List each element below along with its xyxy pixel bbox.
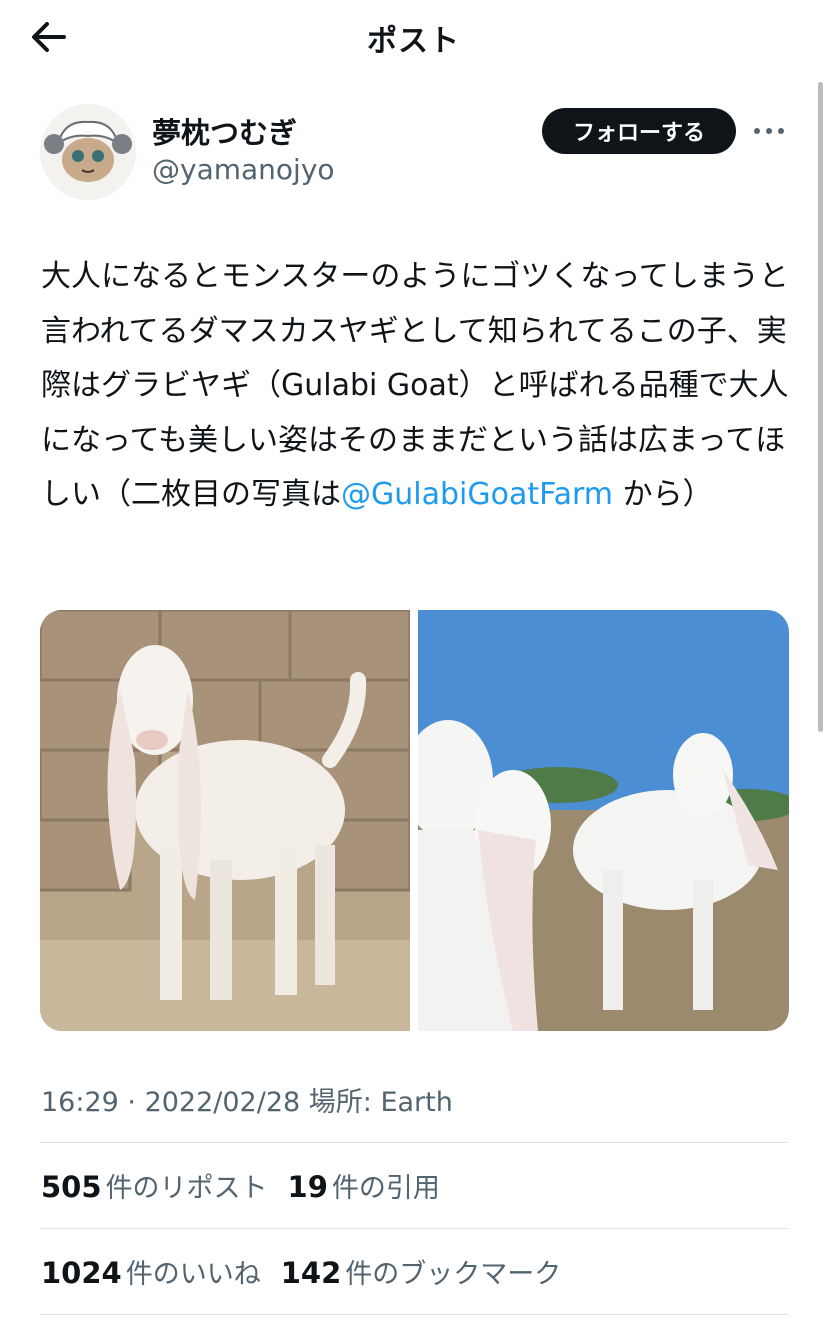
tweet-text-tail: から）	[613, 477, 713, 512]
divider	[40, 1142, 788, 1143]
bookmark-number: 142	[280, 1256, 342, 1290]
scrollbar[interactable]	[818, 82, 823, 732]
tweet-text: 大人になるとモンスターのようにゴツくなってしまうと言われてるダマスカスヤギとして…	[41, 250, 791, 523]
repost-label: 件のリポスト	[105, 1173, 268, 1204]
more-horizontal-icon	[754, 128, 784, 134]
mention-link[interactable]: @GulabiGoatFarm	[341, 477, 613, 512]
bookmark-label: 件のブックマーク	[345, 1259, 562, 1290]
author-handle[interactable]: @yamanojyo	[152, 153, 335, 186]
stats-row-likes: 1024 件のいいね 142 件のブックマーク	[41, 1252, 581, 1291]
like-number: 1024	[41, 1256, 122, 1290]
quote-count[interactable]: 19 件の引用	[288, 1166, 440, 1205]
quote-label: 件の引用	[331, 1173, 440, 1204]
tweet-meta: 16:29 · 2022/02/28 場所: Earth	[41, 1080, 453, 1119]
page-title: ポスト	[367, 24, 460, 59]
tweet-location: 場所: Earth	[300, 1087, 453, 1118]
like-count[interactable]: 1024 件のいいね	[41, 1252, 261, 1291]
like-label: 件のいいね	[125, 1259, 261, 1290]
divider	[40, 1228, 788, 1229]
repost-count[interactable]: 505 件のリポスト	[41, 1166, 268, 1205]
tweet-time[interactable]: 16:29	[41, 1087, 119, 1118]
avatar-image	[40, 104, 136, 200]
goat-photo-2[interactable]	[418, 610, 789, 1031]
tweet-date[interactable]: 2022/02/28	[145, 1087, 301, 1118]
top-bar: ポスト	[0, 0, 827, 72]
author-display-name[interactable]: 夢枕つむぎ	[152, 110, 297, 152]
media-grid	[40, 610, 789, 1031]
tweet-text-body: 大人になるとモンスターのようにゴツくなってしまうと言われてるダマスカスヤギとして…	[41, 259, 789, 512]
avatar[interactable]	[40, 104, 136, 200]
repost-number: 505	[41, 1170, 102, 1204]
more-button[interactable]	[752, 116, 786, 146]
goat-photo-1[interactable]	[40, 610, 410, 1031]
divider	[40, 1314, 788, 1315]
meta-separator: ·	[118, 1087, 145, 1118]
follow-button[interactable]: フォローする	[542, 108, 736, 154]
stats-row-engagement: 505 件のリポスト 19 件の引用	[41, 1166, 460, 1205]
bookmark-count[interactable]: 142 件のブックマーク	[281, 1252, 562, 1291]
quote-number: 19	[287, 1170, 328, 1204]
